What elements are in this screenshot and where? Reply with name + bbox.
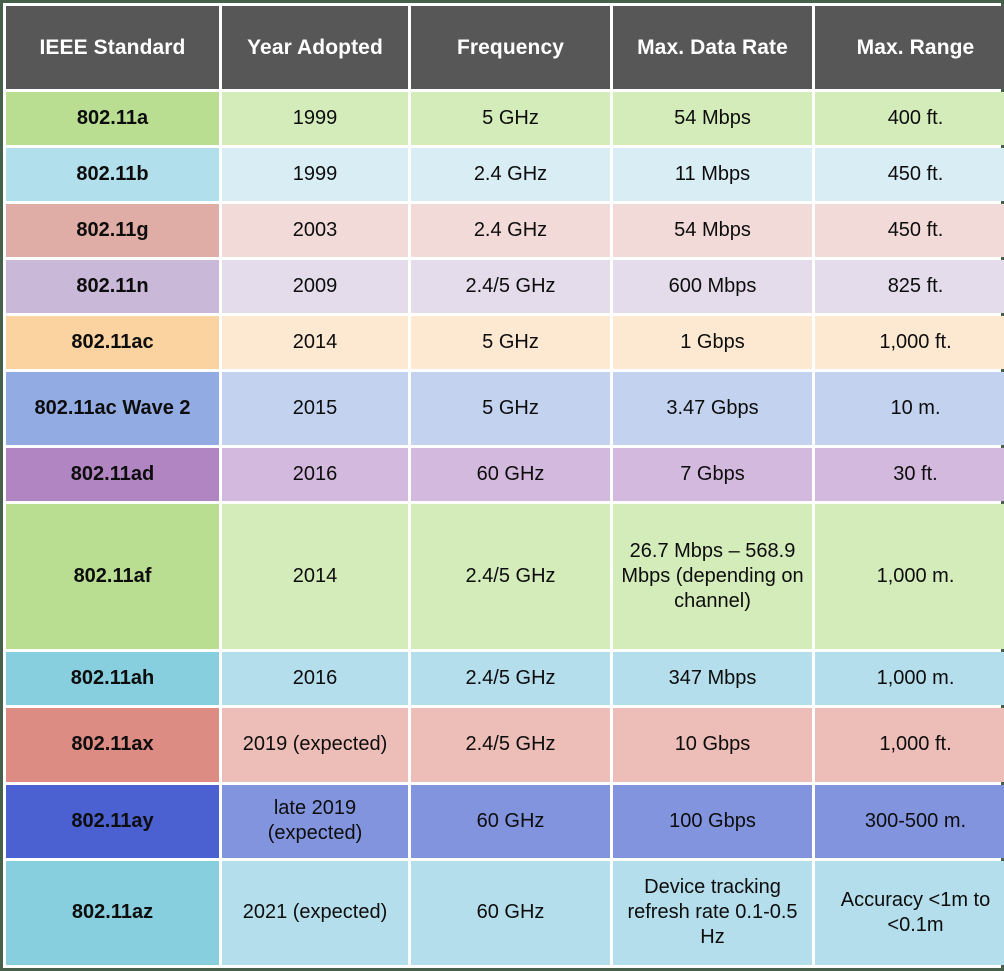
table-row: 802.11ac Wave 2 2015 5 GHz 3.47 Gbps 10 m. — [6, 372, 1004, 446]
cell-max-data-rate: 347 Mbps — [613, 652, 812, 706]
column-header-frequency: Frequency — [411, 6, 610, 89]
cell-frequency: 2.4 GHz — [411, 204, 610, 257]
cell-ieee-standard: 802.11b — [6, 148, 219, 201]
cell-max-range: 825 ft. — [815, 260, 1004, 313]
cell-max-data-rate: 11 Mbps — [613, 148, 812, 201]
cell-frequency: 5 GHz — [411, 372, 610, 446]
cell-max-data-rate: 1 Gbps — [613, 316, 812, 369]
table-row: 802.11ah 2016 2.4/5 GHz 347 Mbps 1,000 m. — [6, 652, 1004, 706]
cell-max-data-rate: 26.7 Mbps – 568.9 Mbps (depending on cha… — [613, 504, 812, 650]
table-frame: IEEE Standard Year Adopted Frequency Max… — [0, 0, 1004, 971]
cell-year-adopted: 1999 — [222, 148, 408, 201]
cell-max-range: 1,000 m. — [815, 652, 1004, 706]
cell-year-adopted: 2003 — [222, 204, 408, 257]
cell-max-range: 300-500 m. — [815, 784, 1004, 858]
cell-year-adopted: 2015 — [222, 372, 408, 446]
table-row: 802.11az 2021 (expected) 60 GHz Device trac… — [6, 860, 1004, 965]
cell-max-range: Accuracy <1m to <0.1m — [815, 860, 1004, 965]
cell-max-range: 450 ft. — [815, 204, 1004, 257]
cell-frequency: 2.4/5 GHz — [411, 708, 610, 782]
cell-frequency: 2.4/5 GHz — [411, 504, 610, 650]
cell-max-data-rate: Device tracking refresh rate 0.1-0.5 Hz — [613, 860, 812, 965]
cell-year-adopted: 2016 — [222, 448, 408, 502]
table-header: IEEE Standard Year Adopted Frequency Max… — [6, 6, 1004, 89]
cell-frequency: 60 GHz — [411, 448, 610, 502]
cell-ieee-standard: 802.11ay — [6, 784, 219, 858]
cell-frequency: 60 GHz — [411, 784, 610, 858]
table-row: 802.11ad 2016 60 GHz 7 Gbps 30 ft. — [6, 448, 1004, 502]
cell-ieee-standard: 802.11az — [6, 860, 219, 965]
cell-frequency: 2.4 GHz — [411, 148, 610, 201]
cell-year-adopted: 2009 — [222, 260, 408, 313]
column-header-year-adopted: Year Adopted — [222, 6, 408, 89]
cell-year-adopted: late 2019 (expected) — [222, 784, 408, 858]
cell-max-data-rate: 10 Gbps — [613, 708, 812, 782]
cell-ieee-standard: 802.11g — [6, 204, 219, 257]
cell-ieee-standard: 802.11ac — [6, 316, 219, 369]
cell-max-data-rate: 7 Gbps — [613, 448, 812, 502]
cell-max-data-rate: 54 Mbps — [613, 204, 812, 257]
cell-year-adopted: 2016 — [222, 652, 408, 706]
table-row: 802.11ax 2019 (expected) 2.4/5 GHz 10 Gbps 1… — [6, 708, 1004, 782]
column-header-ieee-standard: IEEE Standard — [6, 6, 219, 89]
column-header-max-range: Max. Range — [815, 6, 1004, 89]
cell-max-range: 10 m. — [815, 372, 1004, 446]
table-row: 802.11ac 2014 5 GHz 1 Gbps 1,000 ft. — [6, 316, 1004, 369]
cell-frequency: 2.4/5 GHz — [411, 260, 610, 313]
cell-year-adopted: 2014 — [222, 504, 408, 650]
cell-max-range: 1,000 ft. — [815, 708, 1004, 782]
cell-year-adopted: 2021 (expected) — [222, 860, 408, 965]
cell-year-adopted: 2014 — [222, 316, 408, 369]
table-row: 802.11b 1999 2.4 GHz 11 Mbps 450 ft. — [6, 148, 1004, 201]
cell-ieee-standard: 802.11ad — [6, 448, 219, 502]
cell-frequency: 2.4/5 GHz — [411, 652, 610, 706]
wifi-standards-table: IEEE Standard Year Adopted Frequency Max… — [3, 3, 1004, 968]
table-row: 802.11a 1999 5 GHz 54 Mbps 400 ft. — [6, 92, 1004, 145]
cell-frequency: 60 GHz — [411, 860, 610, 965]
cell-max-data-rate: 100 Gbps — [613, 784, 812, 858]
cell-year-adopted: 1999 — [222, 92, 408, 145]
table-row: 802.11af 2014 2.4/5 GHz 26.7 Mbps – 568.9 M… — [6, 504, 1004, 650]
table-body: 802.11a 1999 5 GHz 54 Mbps 400 ft. 802.11b 199… — [6, 92, 1004, 965]
cell-frequency: 5 GHz — [411, 92, 610, 145]
cell-max-range: 1,000 ft. — [815, 316, 1004, 369]
cell-ieee-standard: 802.11ah — [6, 652, 219, 706]
cell-ieee-standard: 802.11ac Wave 2 — [6, 372, 219, 446]
cell-max-range: 30 ft. — [815, 448, 1004, 502]
cell-ieee-standard: 802.11af — [6, 504, 219, 650]
cell-max-range: 400 ft. — [815, 92, 1004, 145]
cell-max-data-rate: 54 Mbps — [613, 92, 812, 145]
cell-ieee-standard: 802.11ax — [6, 708, 219, 782]
cell-max-range: 450 ft. — [815, 148, 1004, 201]
table-row: 802.11n 2009 2.4/5 GHz 600 Mbps 825 ft. — [6, 260, 1004, 313]
cell-max-range: 1,000 m. — [815, 504, 1004, 650]
cell-max-data-rate: 3.47 Gbps — [613, 372, 812, 446]
cell-frequency: 5 GHz — [411, 316, 610, 369]
cell-max-data-rate: 600 Mbps — [613, 260, 812, 313]
cell-ieee-standard: 802.11n — [6, 260, 219, 313]
cell-ieee-standard: 802.11a — [6, 92, 219, 145]
cell-year-adopted: 2019 (expected) — [222, 708, 408, 782]
column-header-max-data-rate: Max. Data Rate — [613, 6, 812, 89]
header-row: IEEE Standard Year Adopted Frequency Max… — [6, 6, 1004, 89]
table-row: 802.11g 2003 2.4 GHz 54 Mbps 450 ft. — [6, 204, 1004, 257]
table-row: 802.11ay late 2019 (expected) 60 GHz 100 Gb… — [6, 784, 1004, 858]
